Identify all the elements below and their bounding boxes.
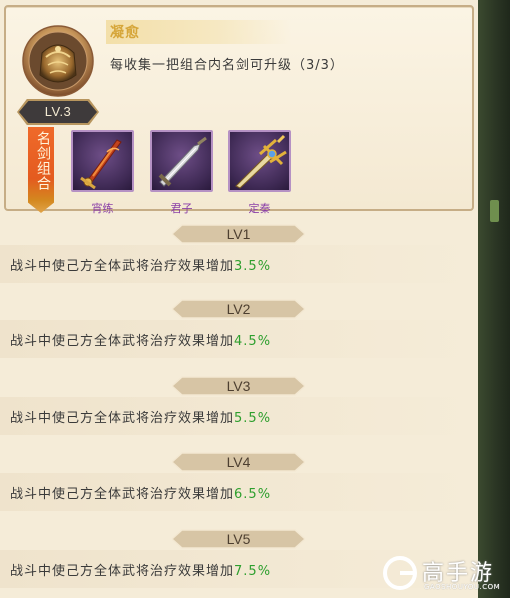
sword-label-xiaolian: 宵练 (91, 202, 114, 215)
silver-sword-icon (158, 136, 207, 187)
flame-blade-icon (80, 139, 122, 190)
sword-label-dingqin: 定秦 (248, 202, 271, 215)
watermark: 高手游 GAOSHOUYOU.COM (380, 553, 510, 598)
skill-header-card: LV.3 凝愈 每收集一把组合内名剑可升级（3/3） 名剑组合 宵练 君子 定秦 (4, 5, 474, 215)
scroll-indicator[interactable] (490, 200, 499, 222)
level-value-1: 3.5% (234, 259, 272, 274)
level-desc-2: 战斗中使己方全体武将治疗效果增加4.5% (10, 334, 272, 349)
skill-name: 凝愈 (110, 25, 140, 41)
skill-description: 每收集一把组合内名剑可升级（3/3） (110, 58, 344, 73)
level-desc-3: 战斗中使己方全体武将治疗效果增加5.5% (10, 411, 272, 426)
skill-detail-panel: LV.3 凝愈 每收集一把组合内名剑可升级（3/3） 名剑组合 宵练 君子 定秦… (0, 0, 478, 598)
level-label-1: LV1 (226, 226, 251, 242)
level-desc-4: 战斗中使己方全体武将治疗效果增加6.5% (10, 487, 272, 502)
level-badge: LV.3 (19, 101, 97, 123)
combo-tag-label: 名剑组合 (35, 131, 51, 191)
level-label-2: LV2 (226, 301, 251, 317)
bronze-armor-icon[interactable] (22, 23, 94, 103)
sword-card-dingqin[interactable] (228, 130, 291, 192)
sword-label-junzi: 君子 (170, 202, 193, 215)
level-value-5: 7.5% (234, 564, 272, 579)
level-desc-5: 战斗中使己方全体武将治疗效果增加7.5% (10, 564, 272, 579)
watermark-url: GAOSHOUYOU.COM (424, 583, 501, 591)
level-label-3: LV3 (226, 378, 251, 394)
level-desc-1: 战斗中使己方全体武将治疗效果增加3.5% (10, 259, 272, 274)
level-label-4: LV4 (226, 454, 251, 470)
level-value-2: 4.5% (234, 334, 272, 349)
level-value-3: 5.5% (234, 411, 272, 426)
right-side-strip (478, 0, 510, 598)
sword-card-xiaolian[interactable] (71, 130, 134, 192)
golden-sword-icon (235, 134, 287, 189)
level-value-4: 6.5% (234, 487, 272, 502)
sword-card-junzi[interactable] (150, 130, 213, 192)
level-label-5: LV5 (226, 531, 251, 547)
brand-logo-icon (383, 556, 417, 590)
